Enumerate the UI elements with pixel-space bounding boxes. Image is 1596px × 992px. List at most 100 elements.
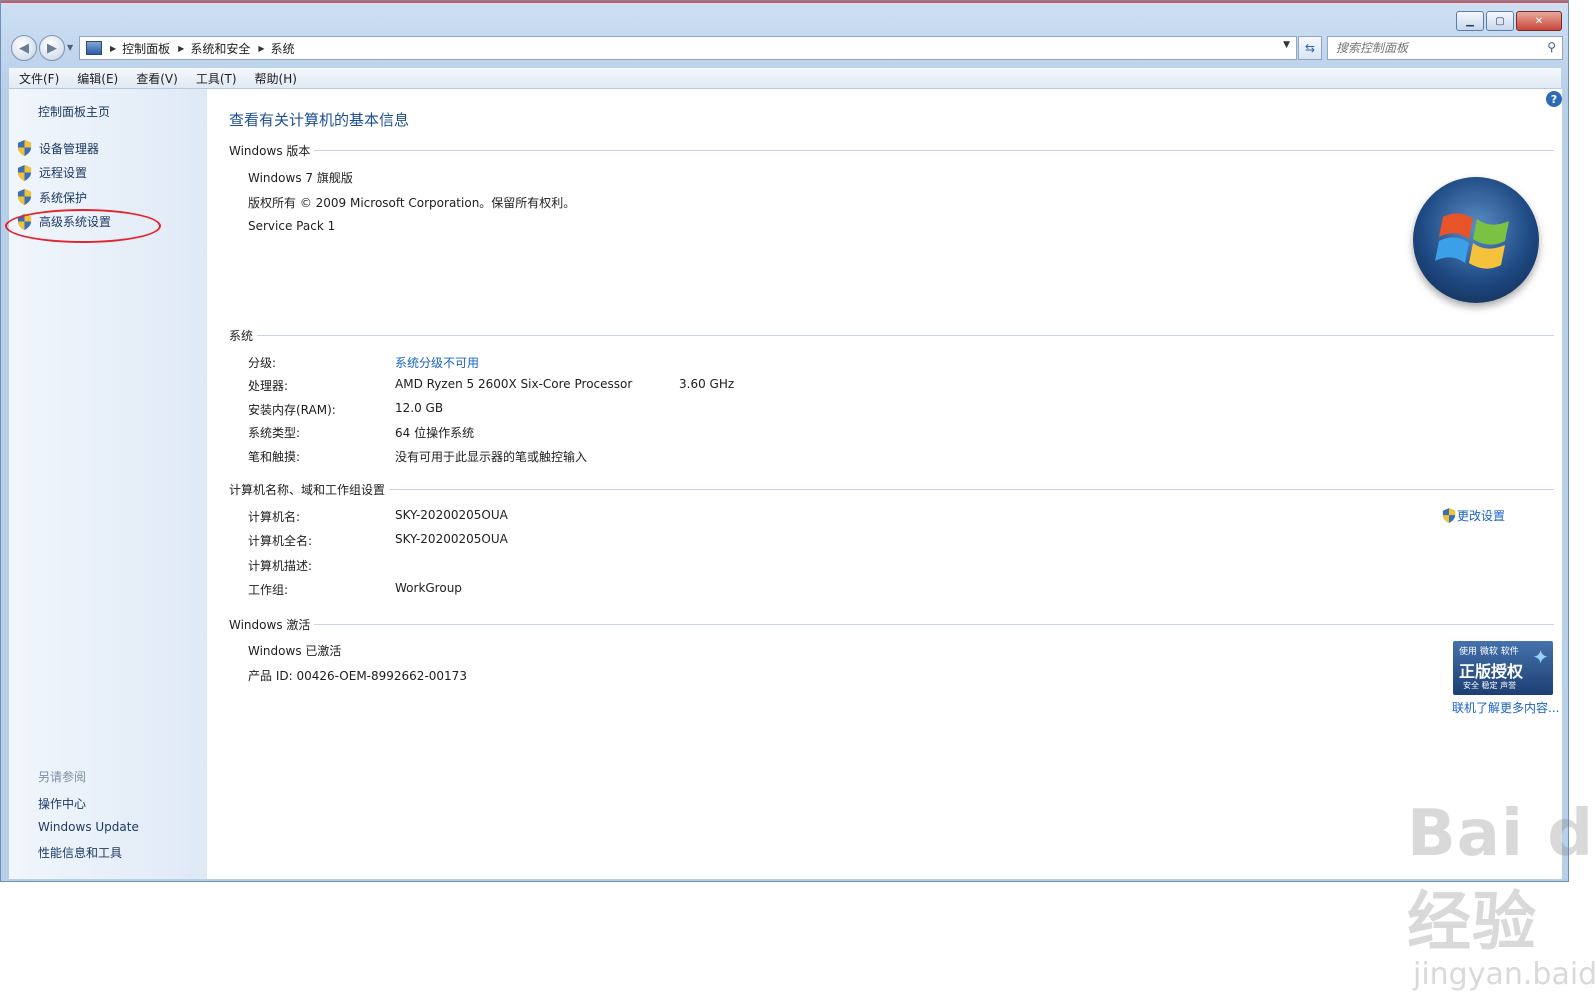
window-top-border — [1, 1, 1568, 3]
navigation-bar: ◀ ▶ ▼ ▶ 控制面板 ▶ 系统和安全 ▶ 系统 ▼ ⇆ ⚲ — [9, 35, 1563, 61]
full-name-label: 计算机全名: — [248, 534, 313, 548]
service-pack: Service Pack 1 — [248, 219, 336, 233]
shield-icon — [17, 140, 32, 157]
system-type-label: 系统类型: — [248, 426, 301, 440]
genuine-bottom-text: 安全 稳定 声誉 — [1463, 681, 1517, 690]
task-label: 设备管理器 — [39, 141, 100, 156]
breadcrumb-system[interactable]: 系统 — [271, 40, 295, 57]
shield-icon — [17, 164, 32, 181]
see-also-heading: 另请参阅 — [38, 770, 87, 784]
menu-tools[interactable]: 工具(T) — [196, 70, 237, 87]
genuine-badge[interactable]: 使用 微软 软件 正版授权 安全 稳定 声誉 ✦ — [1453, 641, 1553, 695]
watermark-brand: Bai du 经验 — [1407, 797, 1596, 960]
processor-speed: 3.60 GHz — [679, 377, 735, 391]
change-settings-link[interactable]: 更改设置 — [1442, 507, 1505, 524]
sidebar: 控制面板主页 设备管理器 远程设置 系统保护 高级系统设置 另请参阅 操作中心 … — [9, 89, 207, 879]
task-remote-settings[interactable]: 远程设置 — [17, 161, 111, 186]
ram-label: 安装内存(RAM): — [248, 403, 336, 417]
description-label: 计算机描述: — [248, 559, 313, 573]
back-arrow-icon: ◀ — [19, 40, 29, 56]
edition-name: Windows 7 旗舰版 — [248, 171, 353, 185]
recent-pages-dropdown-icon[interactable]: ▼ — [67, 43, 73, 52]
search-input[interactable] — [1328, 37, 1538, 59]
see-also: 另请参阅 操作中心 Windows Update 性能信息和工具 — [38, 768, 139, 869]
breadcrumb-system-security[interactable]: 系统和安全 — [190, 40, 250, 57]
system-header: 系统 — [229, 329, 254, 343]
system-window: ▁ ▢ ✕ ◀ ▶ ▼ ▶ 控制面板 ▶ 系统和安全 ▶ 系统 ▼ ⇆ ⚲ 文件… — [0, 0, 1596, 992]
processor-label: 处理器: — [248, 379, 289, 393]
shield-icon — [17, 189, 32, 206]
workgroup-label: 工作组: — [248, 583, 289, 597]
change-settings-label: 更改设置 — [1457, 509, 1506, 523]
learn-more-link[interactable]: 联机了解更多内容... — [1452, 699, 1559, 716]
see-also-performance-tools[interactable]: 性能信息和工具 — [38, 844, 139, 869]
edition-copyright: 版权所有 © 2009 Microsoft Corporation。保留所有权利… — [248, 196, 576, 210]
task-system-protection[interactable]: 系统保护 — [17, 185, 111, 210]
genuine-top-text: 使用 微软 软件 — [1459, 647, 1519, 657]
minimize-button[interactable]: ▁ — [1456, 11, 1484, 31]
menu-file[interactable]: 文件(F) — [19, 70, 59, 87]
star-icon: ✦ — [1532, 645, 1549, 669]
full-name-value: SKY-20200205OUA — [395, 532, 508, 546]
rating-label: 分级: — [248, 356, 277, 370]
menu-help[interactable]: 帮助(H) — [255, 70, 297, 87]
ram-value: 12.0 GB — [395, 401, 444, 415]
baidu-watermark: Bai du 经验 jingyan.baidu.com — [1407, 797, 1596, 992]
shield-icon — [1442, 508, 1456, 523]
main-content: ? 查看有关计算机的基本信息 Windows 版本 Windows 7 旗舰版 … — [207, 89, 1596, 992]
menu-view[interactable]: 查看(V) — [136, 70, 178, 87]
red-highlight-circle — [5, 209, 161, 243]
workgroup-value: WorkGroup — [395, 581, 462, 595]
section-divider — [389, 489, 1554, 490]
close-button[interactable]: ✕ — [1516, 11, 1562, 31]
see-also-action-center[interactable]: 操作中心 — [38, 795, 139, 820]
task-label: 系统保护 — [39, 190, 88, 205]
forward-arrow-icon: ▶ — [47, 40, 57, 56]
control-panel-icon — [86, 41, 102, 55]
task-label: 远程设置 — [39, 166, 88, 181]
rating-link[interactable]: 系统分级不可用 — [395, 354, 479, 371]
windows-logo — [1413, 177, 1539, 303]
section-divider — [257, 335, 1554, 336]
menu-edit[interactable]: 编辑(E) — [77, 70, 118, 87]
watermark-url: jingyan.baidu.com — [1413, 957, 1596, 992]
forward-button[interactable]: ▶ — [39, 35, 65, 61]
refresh-icon: ⇆ — [1304, 41, 1316, 55]
pen-touch-value: 没有可用于此显示器的笔或触控输入 — [395, 450, 588, 464]
edition-header: Windows 版本 — [229, 144, 311, 158]
computer-name-section: 计算机名称、域和工作组设置 计算机名: SKY-20200205OUA 计算机全名… — [229, 481, 1554, 597]
edition-section: Windows 版本 Windows 7 旗舰版 版权所有 © 2009 Mic… — [229, 142, 1554, 233]
system-section: 系统 分级: 系统分级不可用 处理器: AMD Ryzen 5 2600X Six-… — [229, 327, 1554, 464]
section-divider — [314, 624, 1554, 625]
computer-name-value: SKY-20200205OUA — [395, 508, 508, 522]
page-title: 查看有关计算机的基本信息 — [229, 111, 410, 129]
caption-buttons: ▁ ▢ ✕ — [1454, 11, 1562, 31]
address-dropdown-icon[interactable]: ▼ — [1283, 40, 1290, 50]
computer-name-label: 计算机名: — [248, 510, 301, 524]
product-id: 产品 ID: 00426-OEM-8992662-00173 — [248, 669, 467, 683]
windows-flag-icon — [1435, 213, 1509, 269]
breadcrumb-separator-icon: ▶ — [178, 43, 185, 53]
breadcrumb-separator-icon: ▶ — [258, 43, 265, 53]
help-icon[interactable]: ? — [1546, 91, 1562, 107]
search-box[interactable]: ⚲ — [1327, 36, 1563, 60]
pen-touch-label: 笔和触摸: — [248, 450, 301, 464]
breadcrumb-separator-icon: ▶ — [110, 43, 117, 53]
refresh-button[interactable]: ⇆ — [1298, 36, 1322, 60]
activation-status: Windows 已激活 — [248, 644, 342, 658]
breadcrumb-control-panel[interactable]: 控制面板 — [122, 40, 170, 57]
task-device-manager[interactable]: 设备管理器 — [17, 136, 111, 161]
address-bar[interactable]: ▶ 控制面板 ▶ 系统和安全 ▶ 系统 ▼ — [79, 36, 1297, 60]
maximize-button[interactable]: ▢ — [1486, 11, 1514, 31]
computer-name-header: 计算机名称、域和工作组设置 — [229, 483, 386, 497]
search-icon[interactable]: ⚲ — [1547, 40, 1556, 54]
genuine-main-text: 正版授权 — [1459, 662, 1524, 681]
back-button[interactable]: ◀ — [11, 35, 37, 61]
activation-header: Windows 激活 — [229, 618, 311, 632]
control-panel-home-link[interactable]: 控制面板主页 — [38, 103, 110, 120]
see-also-windows-update[interactable]: Windows Update — [38, 820, 139, 845]
activation-section: Windows 激活 Windows 已激活 产品 ID: 00426-OEM-… — [229, 616, 1554, 683]
system-type-value: 64 位操作系统 — [395, 426, 475, 440]
section-divider — [314, 150, 1554, 151]
menu-bar: 文件(F) 编辑(E) 查看(V) 工具(T) 帮助(H) — [9, 68, 1561, 89]
